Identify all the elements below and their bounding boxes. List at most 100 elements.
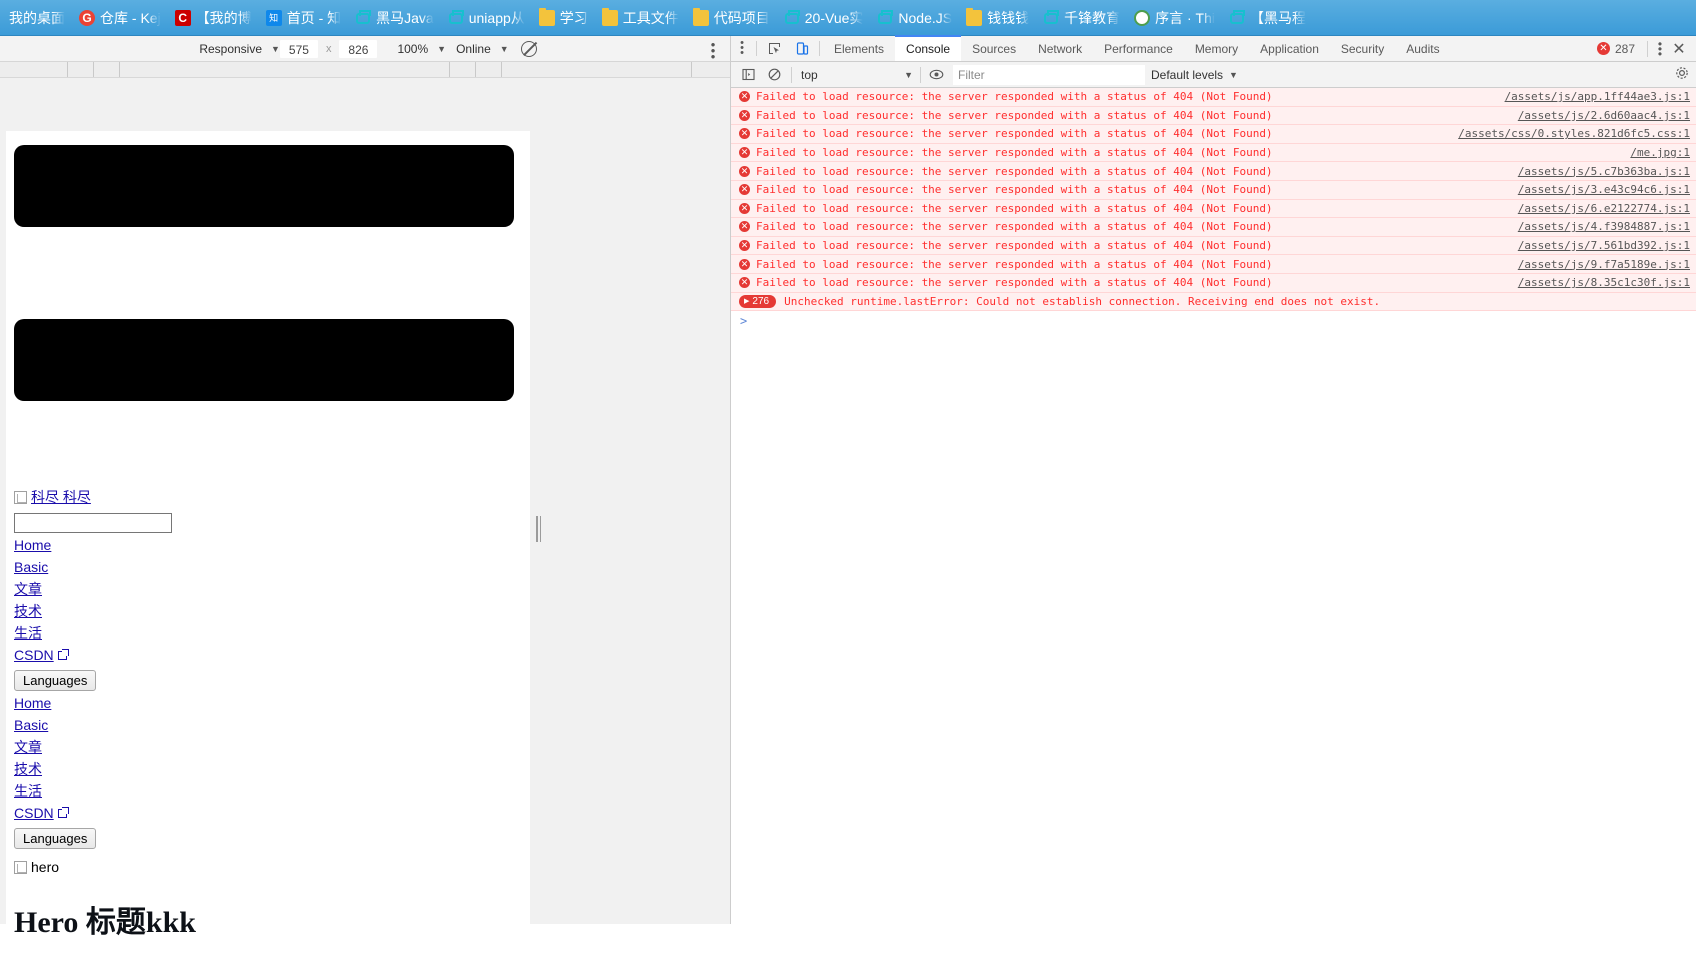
viewport-resize-handle[interactable] bbox=[536, 516, 542, 542]
console-source-link[interactable]: /assets/js/app.1ff44ae3.js:1 bbox=[1505, 90, 1690, 103]
bookmark-item-9[interactable]: 20-Vue实 bbox=[777, 6, 871, 30]
toggle-device-toolbar-icon[interactable] bbox=[788, 36, 816, 61]
tab-network[interactable]: Network bbox=[1027, 36, 1093, 61]
console-prompt[interactable]: > bbox=[731, 311, 1696, 331]
console-error-row[interactable]: ✕ Failed to load resource: the server res… bbox=[731, 143, 1696, 163]
tab-elements[interactable]: Elements bbox=[823, 36, 895, 61]
nav-link-csdn[interactable]: CSDN bbox=[14, 646, 69, 665]
chevron-down-icon[interactable]: ▼ bbox=[500, 44, 509, 54]
nav-link-home[interactable]: Home bbox=[14, 536, 51, 555]
nav-link-life[interactable]: 生活 bbox=[14, 624, 42, 643]
chevron-down-icon[interactable]: ▼ bbox=[437, 44, 446, 54]
console-error-row[interactable]: ✕ Failed to load resource: the server res… bbox=[731, 273, 1696, 293]
console-error-row[interactable]: ✕ Failed to load resource: the server res… bbox=[731, 255, 1696, 274]
inspect-element-icon[interactable] bbox=[760, 36, 788, 61]
bookmark-item-10[interactable]: Node.JS bbox=[870, 6, 959, 30]
console-grouped-warning-row[interactable]: ▶ 276 Unchecked runtime.lastError: Could… bbox=[731, 292, 1696, 312]
nav-link-articles[interactable]: 文章 bbox=[14, 580, 42, 599]
bookmark-label: 黑马Java bbox=[376, 9, 434, 26]
bookmark-item-1[interactable]: G 仓库 - Kej bbox=[72, 6, 168, 30]
console-error-row[interactable]: ✕ Failed to load resource: the server res… bbox=[731, 125, 1696, 144]
nav-link-home-2[interactable]: Home bbox=[14, 694, 51, 713]
tab-application[interactable]: Application bbox=[1249, 36, 1330, 61]
repeat-count-badge[interactable]: ▶ 276 bbox=[739, 294, 777, 308]
nav-link-articles-2[interactable]: 文章 bbox=[14, 738, 42, 757]
clear-console-icon[interactable] bbox=[761, 68, 787, 81]
console-source-link[interactable]: /assets/js/6.e2122774.js:1 bbox=[1518, 202, 1690, 215]
site-logo-label[interactable]: 科尽 科尽 bbox=[31, 487, 91, 507]
console-source-link[interactable]: /assets/js/2.6d60aac4.js:1 bbox=[1518, 109, 1690, 122]
bookmark-item-12[interactable]: 千锋教育 bbox=[1036, 6, 1127, 30]
console-context-selector[interactable]: top ▼ bbox=[796, 65, 918, 85]
device-name[interactable]: Responsive bbox=[193, 40, 268, 58]
tab-audits[interactable]: Audits bbox=[1395, 36, 1450, 61]
console-toolbar[interactable]: top ▼ Filter Default levels ▼ bbox=[731, 62, 1696, 88]
viewport-height-input[interactable]: 826 bbox=[339, 39, 378, 58]
bookmark-item-11[interactable]: 钱钱钱 bbox=[959, 6, 1036, 30]
console-source-link[interactable]: /assets/js/5.c7b363ba.js:1 bbox=[1518, 165, 1690, 178]
bookmarks-bar[interactable]: 我的桌面 G 仓库 - Kej C 【我的博知首页 - 知 黑马Java uniapp从 学习… bbox=[0, 0, 1696, 36]
bookmark-item-7[interactable]: 工具文件 bbox=[595, 6, 686, 30]
console-error-row[interactable]: ✕ Failed to load resource: the server res… bbox=[731, 236, 1696, 256]
device-toolbar[interactable]: Responsive ▼ 575 x 826 100% ▼ Online ▼ •… bbox=[0, 36, 730, 63]
console-error-row[interactable]: ✕ Failed to load resource: the server res… bbox=[731, 180, 1696, 200]
live-expression-icon[interactable] bbox=[923, 68, 949, 81]
console-source-link[interactable]: /assets/css/0.styles.821d6fc5.css:1 bbox=[1458, 127, 1690, 140]
chevron-down-icon[interactable]: ▼ bbox=[271, 44, 280, 54]
console-error-row[interactable]: ✕ Failed to load resource: the server res… bbox=[731, 106, 1696, 126]
bookmark-item-14[interactable]: 【黑马程 bbox=[1222, 6, 1313, 30]
devtools-tabbar[interactable]: • • • Elements Console Sources Network Per… bbox=[731, 35, 1696, 62]
network-throttle-selector[interactable]: Online ▼ bbox=[450, 40, 509, 58]
error-count-badge[interactable]: ✕ 287 bbox=[1589, 42, 1643, 56]
console-error-row[interactable]: ✕ Failed to load resource: the server res… bbox=[731, 218, 1696, 237]
bookmark-item-0[interactable]: 我的桌面 bbox=[2, 6, 72, 30]
zoom-level[interactable]: 100% bbox=[391, 40, 434, 58]
bookmark-item-4[interactable]: 黑马Java bbox=[348, 6, 441, 30]
bookmark-item-2[interactable]: C 【我的博 bbox=[168, 6, 259, 30]
tab-sources[interactable]: Sources bbox=[961, 36, 1027, 61]
more-tools-icon[interactable]: • • • bbox=[731, 36, 753, 61]
tab-console[interactable]: Console bbox=[895, 35, 962, 61]
console-source-link[interactable]: /assets/js/9.f7a5189e.js:1 bbox=[1518, 258, 1690, 271]
console-error-row[interactable]: ✕ Failed to load resource: the server res… bbox=[731, 199, 1696, 219]
bookmark-item-3[interactable]: 知首页 - 知 bbox=[259, 6, 348, 30]
log-levels-selector[interactable]: Default levels ▼ bbox=[1151, 68, 1238, 82]
nav-link-csdn-2[interactable]: CSDN bbox=[14, 804, 69, 823]
bookmark-item-6[interactable]: 学习 bbox=[532, 6, 595, 30]
nav-link-tech[interactable]: 技术 bbox=[14, 602, 42, 621]
settings-gear-icon[interactable] bbox=[1675, 66, 1689, 83]
tab-performance[interactable]: Performance bbox=[1093, 36, 1184, 61]
tab-memory[interactable]: Memory bbox=[1184, 36, 1249, 61]
console-filter-input[interactable]: Filter bbox=[953, 64, 1145, 85]
network-condition[interactable]: Online bbox=[450, 40, 497, 58]
console-error-row[interactable]: ✕ Failed to load resource: the server res… bbox=[731, 88, 1696, 107]
page-viewport[interactable]: 科尽 科尽 Home Basic 文章 技术 生活 CSDN Languages… bbox=[6, 131, 530, 967]
zoom-selector[interactable]: 100% ▼ bbox=[391, 40, 446, 58]
search-input[interactable] bbox=[14, 513, 172, 533]
console-sidebar-icon[interactable] bbox=[735, 68, 761, 81]
console-message-list[interactable]: ✕ Failed to load resource: the server res… bbox=[731, 88, 1696, 924]
site-logo[interactable]: 科尽 科尽 bbox=[14, 487, 530, 507]
nav-link-basic[interactable]: Basic bbox=[14, 558, 48, 577]
nav-link-tech-2[interactable]: 技术 bbox=[14, 760, 42, 779]
console-source-link[interactable]: /assets/js/3.e43c94c6.js:1 bbox=[1518, 183, 1690, 196]
bookmark-item-13[interactable]: 序言 · Thi bbox=[1127, 6, 1222, 30]
nav-link-basic-2[interactable]: Basic bbox=[14, 716, 48, 735]
device-selector[interactable]: Responsive ▼ bbox=[193, 40, 280, 58]
console-source-link[interactable]: /assets/js/4.f3984887.js:1 bbox=[1518, 220, 1690, 233]
console-source-link[interactable]: /me.jpg:1 bbox=[1630, 146, 1690, 159]
console-error-row[interactable]: ✕ Failed to load resource: the server res… bbox=[731, 162, 1696, 181]
languages-button[interactable]: Languages bbox=[14, 670, 97, 691]
bookmark-item-5[interactable]: uniapp从 bbox=[441, 6, 532, 30]
bookmark-item-8[interactable]: 代码项目 bbox=[686, 6, 777, 30]
languages-button-2[interactable]: Languages bbox=[14, 828, 97, 849]
no-throttling-icon[interactable] bbox=[520, 40, 537, 57]
viewport-width-input[interactable]: 575 bbox=[279, 39, 318, 58]
console-source-link[interactable]: /assets/js/8.35c1c30f.js:1 bbox=[1518, 276, 1690, 289]
tab-security[interactable]: Security bbox=[1330, 36, 1395, 61]
nav-link-life-2[interactable]: 生活 bbox=[14, 782, 42, 801]
close-devtools-icon[interactable]: ✕ bbox=[1668, 39, 1690, 59]
more-options-icon[interactable]: • • • bbox=[706, 38, 720, 63]
console-source-link[interactable]: /assets/js/7.561bd392.js:1 bbox=[1518, 239, 1690, 252]
customize-devtools-icon[interactable]: • • • bbox=[1652, 38, 1668, 60]
